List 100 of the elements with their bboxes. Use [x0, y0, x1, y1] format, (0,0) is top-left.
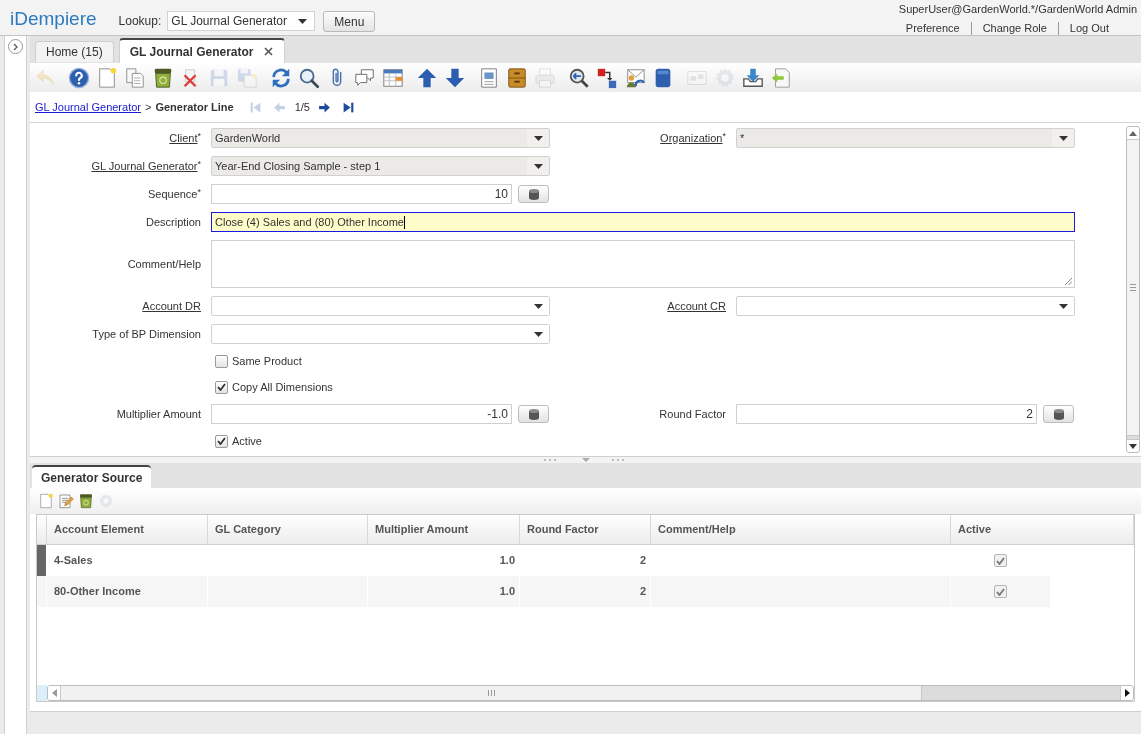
page-star-icon: [96, 66, 118, 89]
number-field[interactable]: -1.0: [211, 404, 512, 424]
squares-arrow-icon: [596, 66, 618, 89]
checkmark-icon: [217, 383, 226, 391]
trash-icon: [78, 493, 94, 509]
lookup-label: Lookup:: [118, 14, 162, 28]
field-link[interactable]: Client$^{*}$: [169, 129, 201, 147]
checkbox-label: Copy All Dimensions: [232, 379, 333, 395]
column-header[interactable]: Account Element: [47, 515, 208, 544]
gear-icon: [714, 66, 736, 89]
envelope-people-icon: [624, 66, 646, 89]
table-cell-text: 4-Sales: [54, 553, 93, 569]
header-link[interactable]: Change Role: [970, 22, 1058, 35]
column-header[interactable]: Comment/Help: [651, 515, 951, 544]
dropdown-field[interactable]: Year-End Closing Sample - step 1: [211, 156, 550, 176]
breadcrumb-separator: >: [145, 99, 152, 115]
breadcrumb-link[interactable]: GL Journal Generator: [35, 98, 141, 116]
field-label: Sequence$^{*}$: [147, 185, 201, 202]
page-arrow-icon: [770, 66, 792, 89]
floppy-page-icon: [236, 66, 258, 89]
window-tab[interactable]: GL Journal Generator: [118, 38, 285, 63]
column-header[interactable]: Multiplier Amount: [368, 515, 520, 544]
table-cell-text: 1.0: [499, 553, 515, 569]
cylinder-icon: [528, 408, 539, 420]
caret-down-icon: [533, 331, 543, 337]
dropdown-field[interactable]: [736, 296, 1075, 316]
scrollbar-corner: [37, 685, 47, 701]
table-row[interactable]: 80-Other Income 1.0 2: [37, 576, 1051, 607]
trash-icon: [152, 66, 174, 89]
field-link[interactable]: GL Journal Generator$^{*}$: [91, 157, 201, 175]
copy-icon: [124, 66, 146, 89]
skip-start-icon: [249, 100, 263, 114]
column-header[interactable]: Active: [951, 515, 1134, 544]
number-field[interactable]: 10: [211, 184, 512, 204]
window-tab[interactable]: Home (15): [35, 41, 114, 62]
table-cell-text: 1.0: [499, 584, 515, 600]
table-cell-text: 80-Other Income: [54, 584, 141, 600]
column-header[interactable]: Round Factor: [520, 515, 651, 544]
record-counter: 1/5: [294, 99, 310, 115]
down-arrow-icon: [444, 66, 466, 89]
horizontal-scrollbar[interactable]: [47, 685, 1134, 701]
field-link[interactable]: Account CR: [667, 297, 726, 315]
dropdown-field[interactable]: [211, 324, 550, 344]
header-link[interactable]: Log Out: [1057, 22, 1120, 35]
close-button[interactable]: [262, 46, 274, 57]
skip-end-icon: [342, 100, 356, 114]
text-field[interactable]: Close (4) Sales and (80) Other Income: [211, 212, 1075, 232]
checkbox[interactable]: [215, 354, 228, 368]
tray-arrow-icon: [742, 66, 764, 89]
checkbox-label: Active: [232, 433, 262, 449]
caret-down-icon: [1058, 135, 1068, 141]
field-label: Round Factor: [659, 406, 726, 422]
checkbox[interactable]: [994, 554, 1007, 567]
collapse-button[interactable]: [8, 39, 23, 54]
column-header[interactable]: GL Category: [208, 515, 368, 544]
menu-button[interactable]: Menu: [323, 11, 376, 32]
breadcrumb-current: Generator Line: [155, 99, 234, 115]
textarea-field[interactable]: [211, 240, 1075, 288]
dropdown-field[interactable]: *: [736, 128, 1075, 148]
header-link[interactable]: Preference: [894, 22, 971, 35]
field-label: Type of BP Dimension: [92, 326, 201, 342]
detail-tab[interactable]: Generator Source: [32, 465, 152, 488]
dropdown-field[interactable]: [211, 296, 550, 316]
vertical-scrollbar[interactable]: [1126, 126, 1140, 453]
table-cell-text: 2: [639, 584, 646, 600]
field-label: Multiplier Amount: [116, 406, 201, 422]
lookup-dropdown[interactable]: GL Journal Generator: [167, 11, 316, 31]
refresh-icon: [270, 66, 292, 89]
logo: iDempiere: [10, 8, 97, 30]
page-pencil-icon: [58, 493, 74, 509]
field-label: Description: [145, 214, 201, 230]
caret-down-icon: [533, 303, 543, 309]
checkbox-label: Same Product: [232, 353, 302, 369]
calculator-button[interactable]: [518, 185, 549, 203]
checkmark-icon: [996, 556, 1005, 565]
checkbox[interactable]: [215, 434, 228, 448]
checkbox[interactable]: [994, 585, 1007, 598]
table-icon: [382, 66, 404, 89]
up-arrow-icon: [416, 66, 438, 89]
dropdown-field[interactable]: GardenWorld: [211, 128, 550, 148]
field-link[interactable]: Account DR: [142, 297, 201, 315]
calculator-button[interactable]: [1043, 405, 1074, 423]
caret-down-icon: [533, 135, 543, 141]
page-star-icon: [38, 493, 54, 509]
checkmark-icon: [996, 587, 1005, 596]
caret-down-icon: [533, 163, 543, 169]
resize-handle-icon: [1065, 278, 1072, 285]
document-icon: [478, 66, 500, 89]
calculator-button[interactable]: [518, 405, 549, 423]
printer-icon: [534, 66, 556, 89]
field-link[interactable]: Organization$^{*}$: [660, 129, 726, 147]
caret-down-icon: [1058, 303, 1068, 309]
field-label: Comment/Help: [127, 256, 201, 272]
magnifier-arrow-icon: [568, 66, 590, 89]
number-field[interactable]: 2: [736, 404, 1037, 424]
checkmark-icon: [217, 437, 226, 445]
checkbox[interactable]: [215, 380, 228, 394]
left-arrow-icon: [273, 100, 287, 114]
cylinder-icon: [528, 188, 539, 200]
text-cursor-icon: [403, 215, 405, 229]
